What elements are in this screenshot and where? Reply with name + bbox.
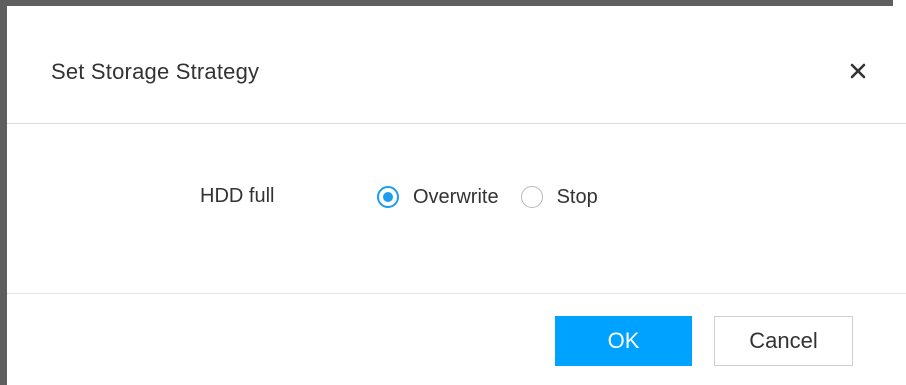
close-icon [850, 63, 866, 79]
stop-radio-label[interactable]: Stop [557, 186, 598, 209]
overwrite-radio[interactable]: Overwrite [377, 186, 499, 209]
cancel-button[interactable]: Cancel [714, 316, 853, 366]
hdd-full-radio-group: Overwrite Stop [377, 182, 598, 212]
overwrite-radio-circle[interactable] [377, 186, 399, 208]
ok-button[interactable]: OK [555, 316, 692, 366]
window-frame-left [0, 0, 7, 385]
dialog-body: HDD full Overwrite Stop [7, 124, 906, 294]
dialog-header: Set Storage Strategy [7, 6, 906, 124]
hdd-full-label: HDD full [200, 185, 275, 207]
storage-strategy-dialog: Set Storage Strategy HDD full Overwrite … [0, 0, 906, 385]
dialog-title: Set Storage Strategy [51, 59, 260, 84]
dialog-footer: OK Cancel [7, 294, 906, 385]
close-button[interactable] [845, 58, 871, 84]
overwrite-radio-label[interactable]: Overwrite [413, 186, 499, 209]
stop-radio-circle[interactable] [520, 186, 543, 208]
stop-radio[interactable]: Stop [520, 186, 598, 209]
